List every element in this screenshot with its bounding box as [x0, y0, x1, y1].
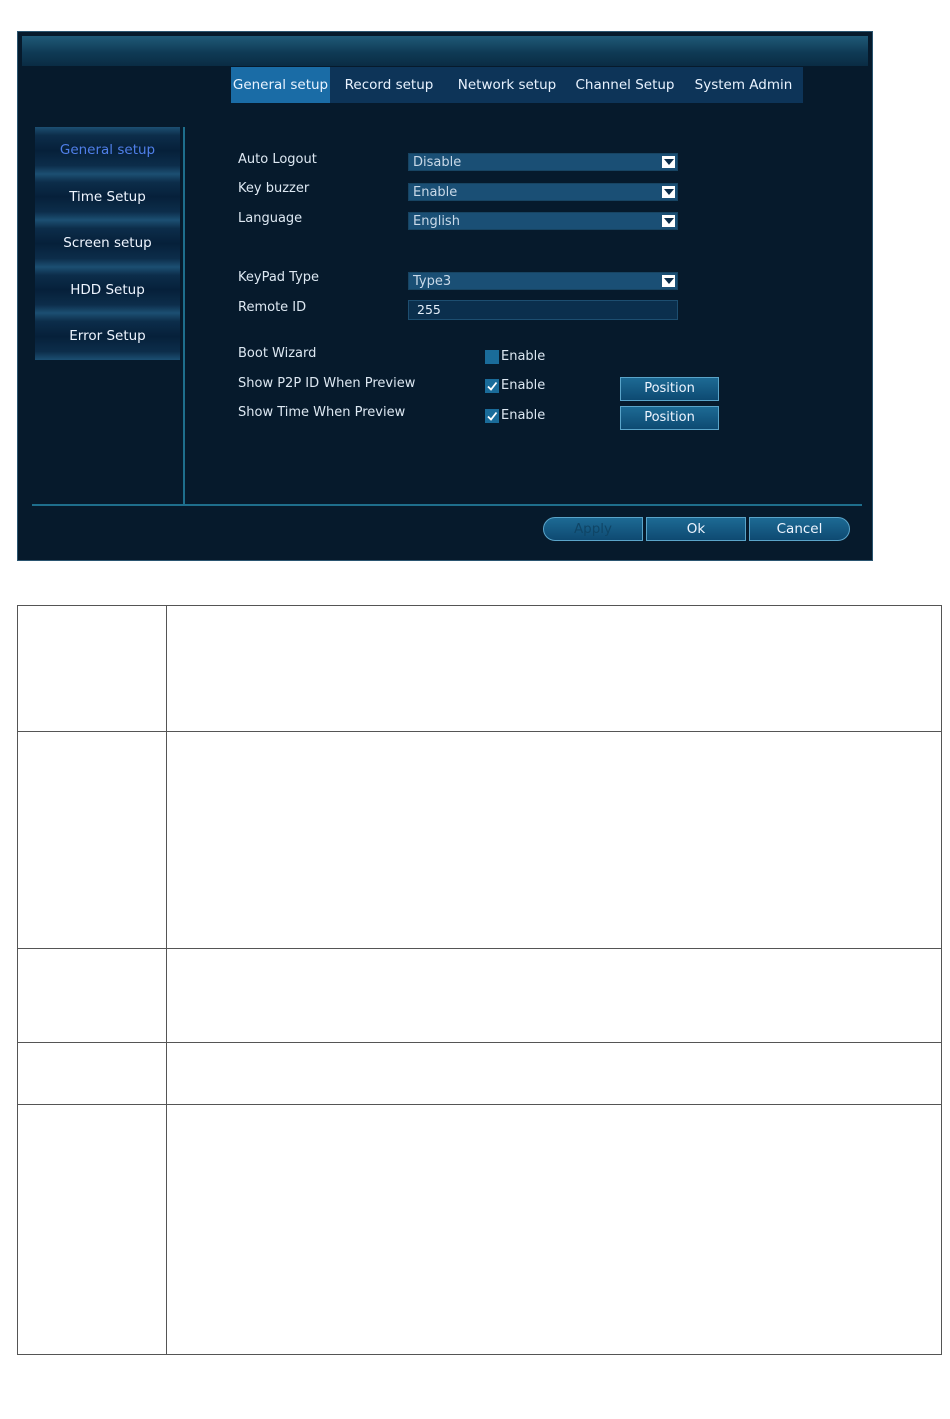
table-cell [166, 948, 942, 1043]
chevron-down-icon [662, 275, 675, 287]
apply-button[interactable]: Apply [543, 517, 643, 541]
footer-button-group: Apply Ok Cancel [543, 517, 850, 541]
table-cell [166, 1104, 942, 1355]
table-cell [17, 1104, 167, 1355]
remote-id-input[interactable]: 255 [408, 300, 678, 320]
language-label: Language [238, 211, 303, 226]
table-row [17, 605, 942, 732]
remote-id-label: Remote ID [238, 300, 307, 315]
table-row [17, 1042, 942, 1105]
boot-wizard-enable-label: Enable [501, 349, 546, 364]
p2p-id-position-button[interactable]: Position [620, 377, 719, 401]
table-cell [17, 948, 167, 1043]
auto-logout-select[interactable]: Disable [408, 153, 678, 171]
table-cell [166, 1042, 942, 1105]
key-buzzer-value: Enable [413, 185, 458, 200]
table-cell [17, 731, 167, 949]
sidebar-item-time-setup[interactable]: Time Setup [35, 173, 180, 220]
show-p2p-id-enable-label: Enable [501, 378, 546, 393]
show-time-label: Show Time When Preview [238, 405, 406, 420]
table-cell [166, 605, 942, 732]
auto-logout-value: Disable [413, 155, 462, 170]
ok-button[interactable]: Ok [646, 517, 746, 541]
sidebar-menu: General setup Time Setup Screen setup HD… [35, 127, 180, 360]
keypad-type-value: Type3 [413, 274, 452, 289]
keypad-type-select[interactable]: Type3 [408, 272, 678, 290]
sidebar-item-screen-setup[interactable]: Screen setup [35, 220, 180, 267]
checkmark-icon [485, 378, 499, 393]
top-tab-bar: General setup Record setup Network setup… [231, 67, 803, 103]
table-cell [17, 605, 167, 732]
key-buzzer-select[interactable]: Enable [408, 183, 678, 201]
checkbox-unchecked-icon [485, 349, 499, 364]
table-row [17, 948, 942, 1043]
description-table [17, 605, 942, 1355]
language-value: English [413, 214, 460, 229]
chevron-down-icon [662, 186, 675, 198]
cancel-button[interactable]: Cancel [749, 517, 850, 541]
table-row [17, 1104, 942, 1355]
tab-record-setup[interactable]: Record setup [330, 67, 448, 103]
sidebar-item-general-setup[interactable]: General setup [35, 127, 180, 174]
tab-general-setup[interactable]: General setup [231, 67, 330, 103]
chevron-down-icon [662, 156, 675, 168]
language-select[interactable]: English [408, 212, 678, 230]
sidebar-item-error-setup[interactable]: Error Setup [35, 313, 180, 360]
tab-system-admin[interactable]: System Admin [684, 67, 803, 103]
dvr-settings-window: General setup Record setup Network setup… [17, 31, 873, 561]
show-p2p-id-label: Show P2P ID When Preview [238, 376, 416, 391]
show-time-checkbox[interactable]: Enable [485, 408, 545, 423]
show-time-enable-label: Enable [501, 408, 546, 423]
boot-wizard-label: Boot Wizard [238, 346, 317, 361]
sidebar-divider [183, 127, 185, 504]
show-p2p-id-checkbox[interactable]: Enable [485, 378, 545, 393]
time-position-button[interactable]: Position [620, 406, 719, 430]
table-cell [17, 1042, 167, 1105]
boot-wizard-checkbox[interactable]: Enable [485, 349, 545, 364]
checkmark-icon [485, 408, 499, 423]
footer-divider [32, 504, 862, 506]
chevron-down-icon [662, 215, 675, 227]
tab-network-setup[interactable]: Network setup [448, 67, 566, 103]
auto-logout-label: Auto Logout [238, 152, 317, 167]
keypad-type-label: KeyPad Type [238, 270, 320, 285]
window-title-bar [22, 36, 868, 66]
tab-channel-setup[interactable]: Channel Setup [566, 67, 684, 103]
sidebar-item-hdd-setup[interactable]: HDD Setup [35, 266, 180, 313]
key-buzzer-label: Key buzzer [238, 181, 310, 196]
table-cell [166, 731, 942, 949]
table-row [17, 731, 942, 949]
